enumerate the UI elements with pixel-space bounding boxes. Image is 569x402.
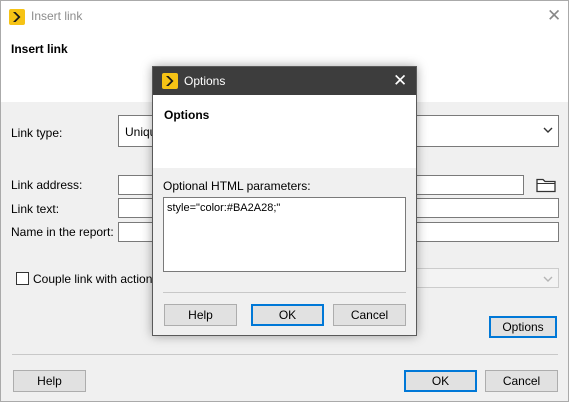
- options-divider: [163, 292, 406, 293]
- name-in-report-label: Name in the report:: [11, 225, 114, 239]
- link-text-label: Link text:: [11, 202, 60, 216]
- options-title-bar: Options ✕: [153, 67, 416, 95]
- options-header: [153, 95, 416, 168]
- html-params-label: Optional HTML parameters:: [163, 179, 311, 193]
- close-icon[interactable]: ✕: [393, 72, 407, 89]
- close-icon[interactable]: ✕: [547, 7, 561, 24]
- options-window-title: Options: [184, 74, 226, 88]
- html-params-textarea[interactable]: style="color:#BA2A28;": [163, 197, 406, 272]
- folder-icon[interactable]: [535, 176, 557, 194]
- link-address-label: Link address:: [11, 178, 83, 192]
- cancel-button[interactable]: Cancel: [485, 370, 558, 392]
- link-type-label: Link type:: [11, 126, 63, 140]
- options-dialog: Options ✕ Options Optional HTML paramete…: [152, 66, 417, 336]
- couple-link-checkbox[interactable]: [16, 272, 29, 285]
- dialog-header-title: Insert link: [11, 42, 68, 56]
- options-cancel-button[interactable]: Cancel: [333, 304, 406, 326]
- divider: [12, 354, 558, 355]
- options-header-title: Options: [164, 108, 210, 122]
- app-logo-icon: [9, 9, 25, 25]
- window-title: Insert link: [31, 9, 83, 23]
- app-logo-icon: [162, 73, 178, 89]
- options-help-button[interactable]: Help: [164, 304, 237, 326]
- title-bar: Insert link ✕: [1, 1, 568, 32]
- chevron-down-icon: [543, 126, 553, 137]
- action-select: [401, 268, 559, 288]
- ok-button[interactable]: OK: [404, 370, 477, 392]
- couple-link-label: Couple link with action:: [33, 272, 156, 286]
- chevron-down-icon: [543, 275, 553, 286]
- help-button[interactable]: Help: [13, 370, 86, 392]
- options-ok-button[interactable]: OK: [251, 304, 324, 326]
- options-button[interactable]: Options: [489, 316, 557, 338]
